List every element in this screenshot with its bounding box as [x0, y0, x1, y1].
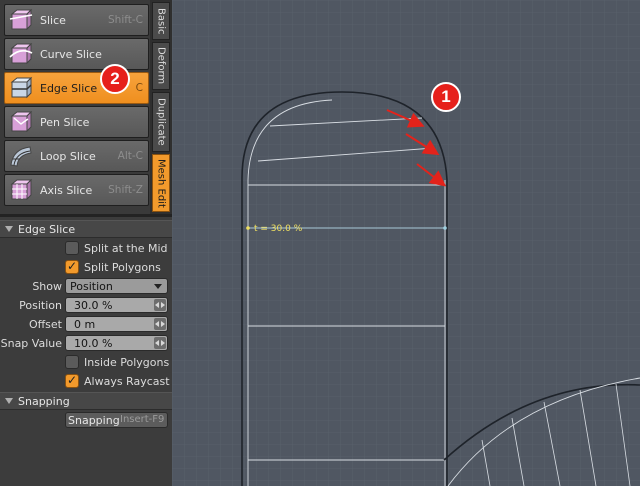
annotation-marker-2: 2	[100, 64, 130, 94]
snap-value-field[interactable]: 10.0 %	[65, 335, 168, 351]
viewport-canvas[interactable]: t = 30.0 %	[172, 0, 640, 486]
tool-label: Curve Slice	[40, 47, 102, 61]
edge-slice-section-header[interactable]: Edge Slice	[0, 220, 172, 238]
offset-label: Offset	[28, 318, 62, 331]
snap-value-row: Snap Value 10.0 %	[0, 334, 172, 353]
section-title: Edge Slice	[18, 222, 76, 236]
axis-slice-icon	[10, 178, 33, 201]
stepper-icon[interactable]	[154, 337, 166, 349]
tab-duplicate[interactable]: Duplicate	[152, 92, 170, 152]
collapse-triangle-icon	[5, 398, 13, 404]
show-label: Show	[32, 280, 62, 293]
snapping-button-label: Snapping	[68, 414, 120, 427]
section-title: Snapping	[18, 394, 70, 408]
tab-deform[interactable]: Deform	[152, 42, 170, 90]
position-field[interactable]: 30.0 %	[65, 297, 168, 313]
inside-polygons-label: Inside Polygons	[84, 356, 170, 369]
show-dropdown[interactable]: Position	[65, 278, 168, 294]
tab-label: Basic	[155, 7, 167, 35]
tool-label: Slice	[40, 13, 66, 27]
tool-shortcut: Shift-Z	[108, 184, 143, 196]
always-raycast-label: Always Raycast	[84, 375, 170, 388]
tool-axis-slice[interactable]: Axis Slice Shift-Z	[4, 174, 149, 206]
split-at-mid-row: Split at the Mid ...	[0, 239, 182, 258]
pen-slice-icon	[10, 110, 33, 133]
3d-viewport[interactable]: t = 30.0 %	[172, 0, 640, 486]
always-raycast-row: Always Raycast	[0, 372, 172, 391]
snapping-row: Snapping Insert-F9	[0, 411, 172, 430]
tab-basic[interactable]: Basic	[152, 2, 170, 40]
offset-row: Offset 0 m	[0, 315, 172, 334]
curve-slice-icon	[9, 42, 33, 65]
offset-field[interactable]: 0 m	[65, 316, 168, 332]
show-value: Position	[70, 280, 113, 293]
tab-label: Deform	[155, 47, 167, 85]
split-polygons-checkbox[interactable]	[65, 259, 79, 274]
panel-divider[interactable]	[0, 214, 172, 217]
position-readout: t = 30.0 %	[254, 224, 303, 234]
loop-slice-icon	[10, 146, 32, 167]
tool-label: Loop Slice	[40, 149, 96, 163]
tool-loop-slice[interactable]: Loop Slice Alt-C	[4, 140, 149, 172]
tool-pen-slice[interactable]: Pen Slice	[4, 106, 149, 138]
position-label: Position	[19, 299, 62, 312]
annotation-marker-1: 1	[431, 82, 461, 112]
tool-label: Pen Slice	[40, 115, 90, 129]
snapping-section-header[interactable]: Snapping	[0, 392, 172, 410]
marker-number: 1	[441, 87, 451, 106]
position-value: 30.0 %	[74, 299, 113, 312]
snap-value: 10.0 %	[74, 337, 113, 350]
offset-value: 0 m	[74, 318, 96, 331]
tool-shortcut: Alt-C	[117, 150, 143, 162]
tool-slice[interactable]: Slice Shift-C	[4, 4, 149, 36]
inside-polygons-checkbox[interactable]	[65, 355, 79, 369]
edge-slice-icon	[10, 76, 33, 99]
position-row: Position 30.0 %	[0, 296, 172, 315]
tab-label: Mesh Edit	[155, 158, 167, 208]
tool-label: Axis Slice	[40, 183, 93, 197]
show-row: Show Position	[0, 277, 172, 296]
split-at-mid-checkbox[interactable]	[65, 241, 79, 255]
snapping-button[interactable]: Snapping Insert-F9	[65, 412, 168, 428]
stepper-icon[interactable]	[154, 299, 166, 311]
tool-palette: Slice Shift-C Curve Slice Edge Slice C P…	[0, 0, 150, 214]
inside-polygons-row: Inside Polygons	[0, 353, 172, 372]
snapping-button-shortcut: Insert-F9	[120, 414, 165, 425]
tool-shortcut: C	[135, 82, 143, 94]
dropdown-arrow-icon	[154, 284, 162, 289]
tool-curve-slice[interactable]: Curve Slice	[4, 38, 149, 70]
snap-value-label: Snap Value	[0, 337, 62, 350]
split-at-mid-label: Split at the Mid ...	[84, 242, 182, 255]
stepper-icon[interactable]	[154, 318, 166, 330]
tab-mesh-edit[interactable]: Mesh Edit	[152, 154, 170, 212]
marker-number: 2	[110, 69, 120, 88]
split-polygons-row: Split Polygons	[0, 258, 172, 277]
slice-icon	[9, 8, 33, 31]
tab-label: Duplicate	[155, 98, 167, 146]
collapse-triangle-icon	[5, 226, 13, 232]
tool-shortcut: Shift-C	[108, 14, 143, 26]
always-raycast-checkbox[interactable]	[65, 373, 79, 388]
tool-tab-strip: Basic Deform Duplicate Mesh Edit	[150, 0, 172, 214]
split-polygons-label: Split Polygons	[84, 261, 161, 274]
left-panel: Slice Shift-C Curve Slice Edge Slice C P…	[0, 0, 182, 486]
